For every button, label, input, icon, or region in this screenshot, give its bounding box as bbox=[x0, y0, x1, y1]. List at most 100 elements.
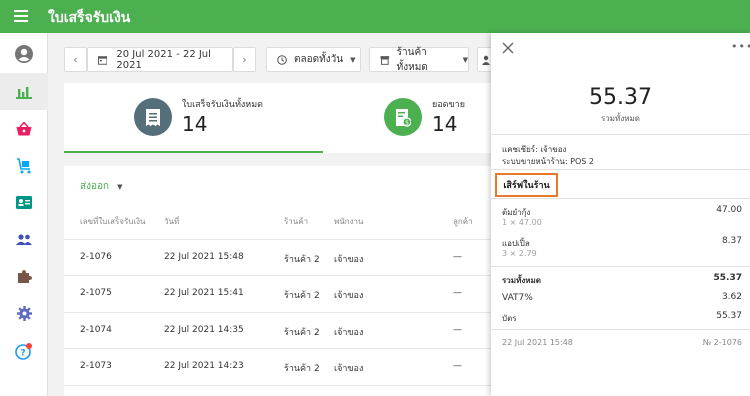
sidebar-item-inventory[interactable] bbox=[0, 147, 48, 184]
sidebar-item-help[interactable]: ? bbox=[0, 332, 48, 369]
receipt-store: ร้านค้า 2 bbox=[284, 291, 320, 301]
customer-card-icon bbox=[16, 196, 32, 209]
export-label: ส่งออก bbox=[80, 181, 110, 192]
bar-chart-icon bbox=[16, 86, 32, 99]
receipt-customer: — bbox=[453, 325, 462, 335]
receipt-customer: — bbox=[453, 361, 462, 371]
account-circle-icon bbox=[15, 44, 33, 63]
sidebar-item-items[interactable] bbox=[0, 110, 48, 147]
receipt-total-label: รวมทั้งหมด bbox=[601, 114, 640, 123]
vat-label: VAT7% bbox=[502, 293, 533, 303]
row-divider bbox=[64, 312, 491, 313]
sidebar-item-settings[interactable] bbox=[0, 295, 48, 332]
sidebar-item-integrations[interactable] bbox=[0, 258, 48, 295]
row-divider bbox=[64, 275, 491, 276]
date-range-picker[interactable]: 20 Jul 2021 - 22 Jul 2021 bbox=[87, 47, 233, 72]
column-header-number[interactable]: เลขที่ใบเสร็จรับเงิน bbox=[80, 215, 145, 228]
store-icon bbox=[380, 55, 390, 65]
sales-receipt-icon: $ bbox=[396, 108, 411, 127]
sidebar-item-employees[interactable] bbox=[0, 221, 48, 258]
person-icon bbox=[482, 55, 490, 65]
receipt-employee: เจ้าของ bbox=[334, 255, 364, 265]
divider bbox=[491, 329, 750, 330]
svg-text:?: ? bbox=[20, 348, 25, 358]
receipt-date: 22 Jul 2021 15:48 bbox=[502, 338, 573, 347]
dropdown-arrow-icon: ▼ bbox=[462, 55, 468, 64]
sidebar-item-customers[interactable] bbox=[0, 184, 48, 221]
divider bbox=[491, 169, 750, 170]
receipt-date: 22 Jul 2021 15:41 bbox=[164, 288, 244, 298]
store-filter-dropdown[interactable]: ร้านค้าทั้งหมด ▼ bbox=[369, 46, 469, 73]
row-divider bbox=[64, 239, 491, 240]
receipt-employee: เจ้าของ bbox=[334, 364, 364, 374]
vat-value: 3.62 bbox=[721, 292, 742, 302]
selected-summary-indicator bbox=[64, 151, 323, 153]
divider bbox=[491, 198, 750, 199]
sidebar-item-reports[interactable] bbox=[0, 73, 48, 110]
divider bbox=[491, 266, 750, 267]
sales-value: 14 bbox=[432, 112, 458, 136]
column-header-employee[interactable]: พนักงาน bbox=[334, 215, 363, 228]
grand-total-value: 55.37 bbox=[713, 273, 742, 283]
chevron-right-icon: › bbox=[242, 53, 247, 66]
date-range-label: 20 Jul 2021 - 22 Jul 2021 bbox=[116, 48, 211, 71]
basket-icon bbox=[16, 121, 32, 135]
total-receipts-label: ใบเสร็จรับเงินทั้งหมด bbox=[182, 100, 263, 110]
grand-total-label: รวมทั้งหมด bbox=[502, 276, 541, 285]
sales-circle: $ bbox=[384, 98, 422, 136]
receipt-number: № 2-1076 bbox=[702, 338, 742, 347]
item-quantity: 1 × 47.00 bbox=[502, 218, 542, 227]
payment-method-label: บัตร bbox=[502, 314, 517, 323]
receipt-customer: — bbox=[453, 288, 462, 298]
receipt-number: 2-1076 bbox=[80, 252, 112, 262]
item-quantity: 3 × 2.79 bbox=[502, 249, 537, 258]
receipt-employee: เจ้าของ bbox=[334, 328, 364, 338]
puzzle-icon bbox=[17, 270, 32, 283]
close-icon[interactable] bbox=[501, 41, 515, 55]
svg-text:$: $ bbox=[405, 119, 409, 126]
previous-period-button[interactable]: ‹ bbox=[64, 47, 87, 72]
total-receipts-value: 14 bbox=[182, 112, 208, 136]
receipt-number: 2-1075 bbox=[80, 288, 112, 298]
receipt-store: ร้านค้า 2 bbox=[284, 255, 320, 265]
gear-icon bbox=[16, 306, 32, 321]
store-filter-label: ร้านค้าทั้งหมด bbox=[396, 46, 428, 73]
sales-label: ยอดขาย bbox=[432, 100, 466, 110]
menu-icon[interactable] bbox=[14, 10, 28, 22]
calendar-icon bbox=[98, 55, 108, 65]
divider bbox=[491, 134, 750, 135]
clock-icon bbox=[277, 54, 287, 65]
dining-option: เสิร์ฟในร้าน bbox=[495, 173, 558, 197]
receipt-store: ร้านค้า 2 bbox=[284, 364, 320, 374]
time-filter-dropdown[interactable]: ตลอดทั้งวัน ▼ bbox=[266, 47, 361, 72]
receipt-date: 22 Jul 2021 14:35 bbox=[164, 325, 244, 335]
item-amount: 8.37 bbox=[721, 236, 742, 246]
column-header-date[interactable]: วันที่ bbox=[164, 215, 179, 228]
app-bar: ใบเสร็จรับเงิน bbox=[0, 0, 750, 33]
sidebar: ? bbox=[0, 33, 48, 396]
row-divider bbox=[64, 385, 491, 386]
help-icon: ? bbox=[15, 342, 32, 360]
inventory-cart-icon bbox=[17, 157, 31, 173]
column-header-customer[interactable]: ลูกค้า bbox=[453, 215, 473, 228]
more-options-icon[interactable]: ••• bbox=[731, 40, 750, 53]
receipt-circle bbox=[134, 98, 172, 136]
receipt-number: 2-1073 bbox=[80, 361, 112, 371]
next-period-button[interactable]: › bbox=[233, 47, 256, 72]
receipt-icon bbox=[146, 108, 160, 126]
receipt-total: 55.37 bbox=[589, 85, 652, 110]
dropdown-arrow-icon: ▼ bbox=[350, 55, 356, 64]
row-divider bbox=[64, 348, 491, 349]
receipt-store: ร้านค้า 2 bbox=[284, 328, 320, 338]
receipt-number: 2-1074 bbox=[80, 325, 112, 335]
people-icon bbox=[16, 233, 32, 245]
receipt-employee: เจ้าของ bbox=[334, 291, 364, 301]
receipt-date: 22 Jul 2021 14:23 bbox=[164, 361, 244, 371]
export-button[interactable]: ส่งออก ▼ bbox=[80, 179, 122, 194]
page-title: ใบเสร็จรับเงิน bbox=[48, 10, 131, 26]
summary-card bbox=[64, 83, 491, 153]
dropdown-arrow-icon: ▼ bbox=[117, 182, 123, 191]
sidebar-item-account[interactable] bbox=[0, 35, 48, 72]
payment-amount: 55.37 bbox=[716, 311, 742, 321]
column-header-store[interactable]: ร้านค้า bbox=[284, 215, 308, 228]
